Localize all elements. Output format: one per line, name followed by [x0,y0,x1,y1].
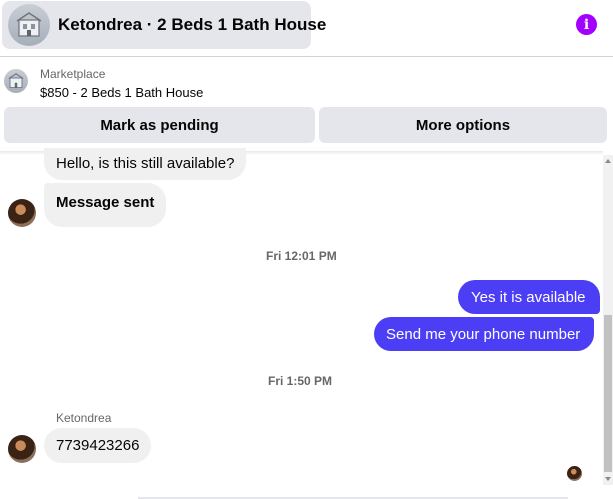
mark-as-pending-button[interactable]: Mark as pending [4,107,315,143]
marketplace-listing-row[interactable]: Marketplace $850 - 2 Beds 1 Bath House [0,58,613,106]
listing-thumbnail-small [4,69,28,93]
message-bubble[interactable]: 7739423266 [44,428,152,463]
chat-title-button[interactable]: Ketondrea · 2 Beds 1 Bath House [2,1,326,49]
marketplace-label: Marketplace [40,67,106,81]
more-options-button[interactable]: More options [319,107,607,143]
message-bubble[interactable]: Send me your phone number [374,317,595,351]
conversation-scrollbar[interactable] [603,155,613,485]
messenger-chat-window: Ketondrea · 2 Beds 1 Bath House i Market… [0,0,613,499]
house-icon [8,73,24,89]
listing-thumbnail [8,4,50,46]
message-timestamp: Fri 12:01 PM [266,249,337,263]
contact-avatar[interactable] [8,435,36,463]
sender-name: Ketondrea [56,411,112,425]
chat-header: Ketondrea · 2 Beds 1 Bath House i [0,0,613,57]
scroll-down-arrow-icon[interactable] [605,477,611,481]
listing-price-title: $850 - 2 Beds 1 Bath House [40,85,204,100]
message-timestamp: Fri 1:50 PM [268,374,333,388]
message-bubble[interactable]: Hello, is this still available? [44,148,247,180]
scroll-up-arrow-icon[interactable] [605,159,611,163]
message-bubble[interactable]: Message sent [44,183,167,227]
scrollbar-thumb[interactable] [604,315,612,472]
chat-title: Ketondrea · 2 Beds 1 Bath House [58,15,327,34]
message-bubble[interactable]: Yes it is available [458,280,600,314]
info-icon[interactable]: i [576,14,597,35]
contact-avatar[interactable] [8,199,36,227]
seen-receipt-avatar [567,466,582,481]
house-icon [16,12,42,37]
